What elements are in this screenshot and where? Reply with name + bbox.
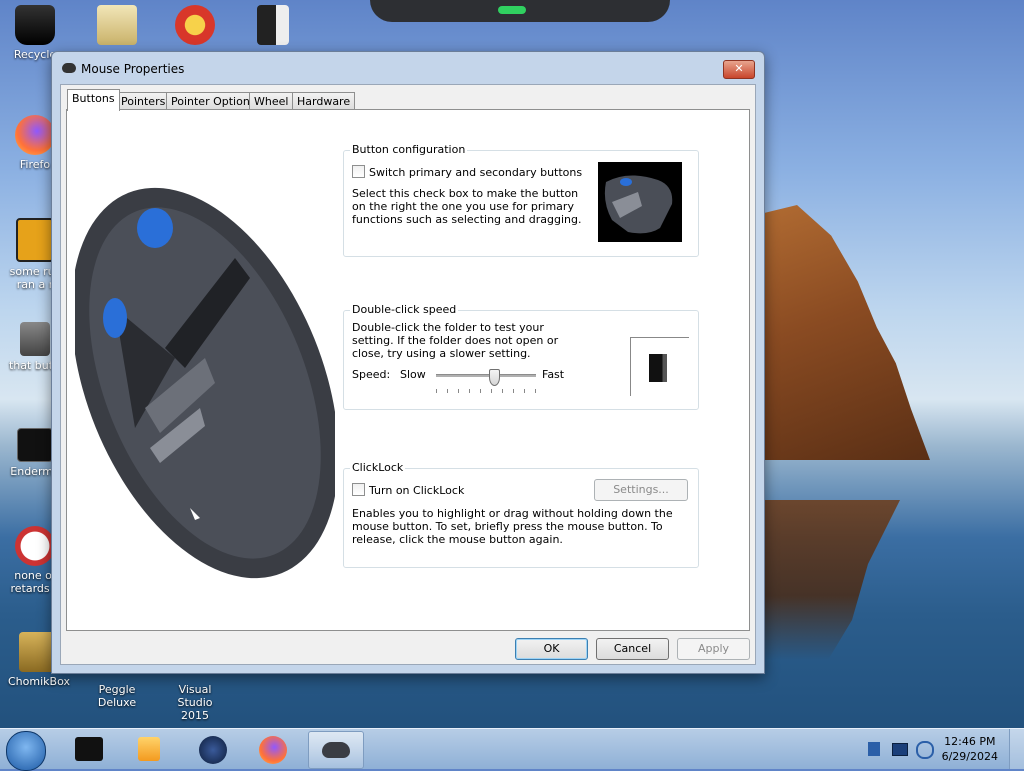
indicator-light [498, 6, 526, 14]
tab-pointers[interactable]: Pointers [116, 92, 171, 110]
taskbar-app-button[interactable] [62, 731, 116, 767]
network-icon[interactable] [868, 742, 880, 756]
tab-hardware[interactable]: Hardware [292, 92, 356, 110]
desktop-icon-peggle-top[interactable] [160, 5, 230, 48]
top-dock-bar [370, 0, 670, 22]
wallpaper-cliff [740, 205, 930, 460]
fast-label: Fast [542, 368, 565, 381]
app-icon [16, 218, 54, 262]
slider-ticks [436, 389, 536, 393]
clicklock-description: Enables you to highlight or drag without… [352, 507, 673, 546]
test-folder[interactable] [630, 337, 689, 396]
switch-buttons-row[interactable]: Switch primary and secondary buttons [352, 165, 582, 179]
slow-label: Slow [400, 368, 426, 381]
folder-icon [649, 354, 667, 382]
group-title: Double-click speed [350, 303, 459, 316]
firefox-icon [15, 115, 55, 155]
dialog-title: Mouse Properties [81, 62, 185, 76]
clicklock-settings-button[interactable]: Settings... [594, 479, 688, 501]
terminal-icon [17, 428, 53, 462]
mouse-preview-icon [604, 175, 673, 234]
apply-button[interactable]: Apply [677, 638, 750, 660]
switch-buttons-checkbox[interactable] [352, 165, 365, 178]
system-tray: 12:46 PM 6/29/2024 [854, 729, 1024, 769]
desktop-icon-file[interactable] [238, 5, 308, 48]
clock[interactable]: 12:46 PM 6/29/2024 [942, 734, 998, 764]
peggle-icon [175, 5, 215, 45]
mouse-icon [62, 63, 76, 73]
slider-track [436, 374, 536, 377]
folder-icon [20, 322, 50, 356]
firefox-icon [259, 736, 287, 764]
clock-time: 12:46 PM [944, 735, 996, 748]
dialog-client: Buttons Pointers Pointer Options Wheel H… [60, 84, 756, 665]
tab-pointer-options[interactable]: Pointer Options [166, 92, 261, 110]
clock-date: 6/29/2024 [941, 750, 998, 763]
app-icon [75, 737, 103, 761]
buttons-tab-page: Button configuration Switch primary and … [66, 109, 750, 631]
ok-button[interactable]: OK [515, 638, 588, 660]
flag-icon[interactable] [916, 741, 934, 759]
mouse-properties-dialog: Mouse Properties ✕ Buttons Pointers Poin… [51, 51, 765, 674]
speed-label: Speed: [352, 368, 391, 381]
taskbar: 12:46 PM 6/29/2024 [0, 728, 1024, 771]
taskbar-media-button[interactable] [122, 731, 176, 767]
button-configuration-group: Button configuration Switch primary and … [343, 143, 699, 257]
show-desktop-button[interactable] [1009, 729, 1024, 769]
double-click-speed-slider[interactable] [436, 369, 536, 395]
mouse-preview-image [598, 162, 682, 242]
desktop-icon-mail[interactable] [82, 5, 152, 48]
file-icon [257, 5, 289, 45]
taskbar-mouse-button[interactable] [308, 731, 364, 769]
mail-icon [97, 5, 137, 45]
checkbox-label: Switch primary and secondary buttons [369, 166, 583, 179]
desktop-icon-label: Peggle Deluxe [97, 683, 137, 709]
double-click-speed-group: Double-click speed Double-click the fold… [343, 303, 699, 410]
dialog-titlebar[interactable]: Mouse Properties ✕ [52, 52, 764, 84]
clicklock-checkbox[interactable] [352, 483, 365, 496]
clicklock-group: ClickLock Turn on ClickLock Settings... … [343, 461, 699, 568]
recycle-bin-icon [15, 5, 55, 45]
close-button[interactable]: ✕ [723, 60, 755, 79]
slider-thumb[interactable] [489, 369, 500, 386]
display-icon[interactable] [892, 743, 908, 756]
tab-wheel[interactable]: Wheel [249, 92, 294, 110]
taskbar-app-button[interactable] [186, 731, 240, 767]
media-player-icon [138, 737, 160, 761]
mouse-image [75, 187, 335, 579]
button-config-description: Select this check box to make the button… [352, 187, 582, 226]
desktop-icon-label: ChomikBox [8, 675, 70, 688]
dinosaur-icon [15, 526, 55, 566]
tab-buttons[interactable]: Buttons [67, 89, 120, 111]
app-icon [199, 736, 227, 764]
cancel-button[interactable]: Cancel [596, 638, 669, 660]
group-title: ClickLock [350, 461, 406, 474]
checkbox-label: Turn on ClickLock [369, 484, 465, 497]
clicklock-row[interactable]: Turn on ClickLock [352, 483, 464, 497]
taskbar-firefox-button[interactable] [246, 731, 300, 767]
group-title: Button configuration [350, 143, 468, 156]
desktop-icon-label: Visual Studio 2015 [177, 683, 213, 722]
double-click-description: Double-click the folder to test your set… [352, 321, 559, 360]
mouse-icon [322, 742, 350, 758]
start-orb-icon[interactable] [6, 731, 46, 771]
